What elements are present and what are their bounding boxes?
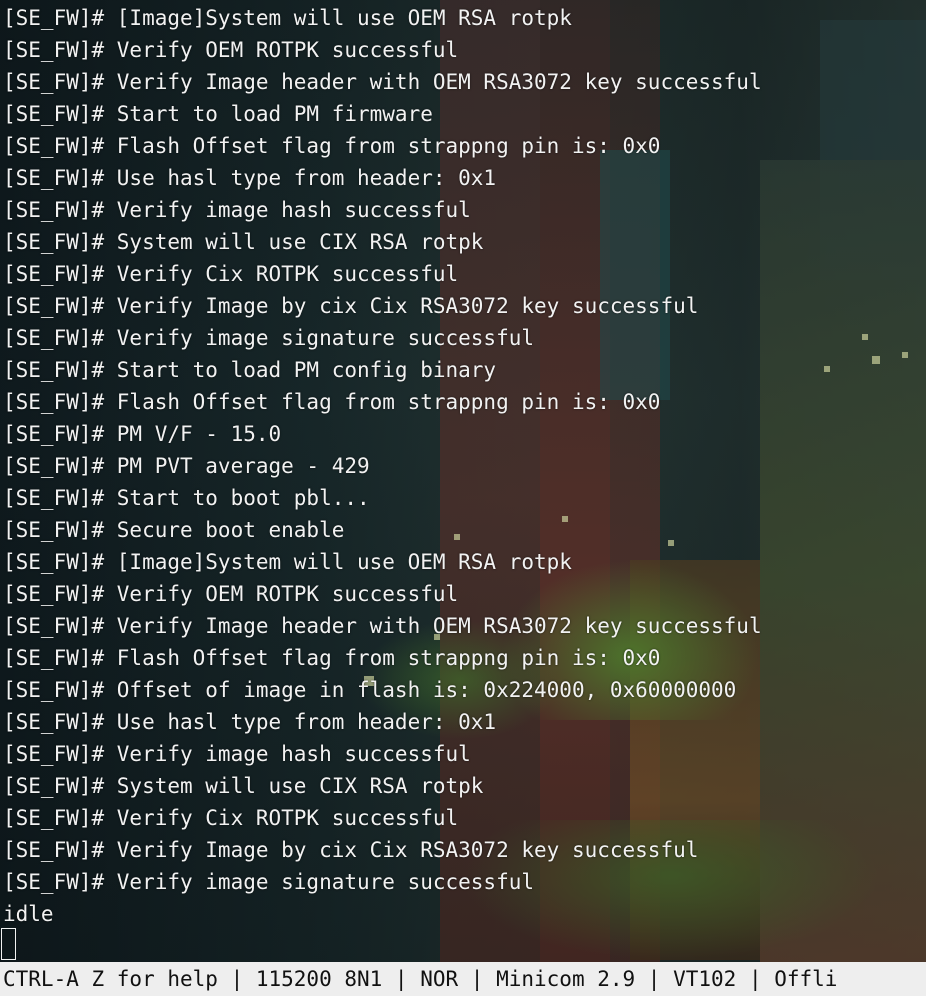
- terminal-line: [SE_FW]# Verify Cix ROTPK successful: [3, 806, 459, 830]
- terminal-line: [SE_FW]# Verify Image header with OEM RS…: [3, 70, 762, 94]
- terminal-line: [SE_FW]# Start to load PM firmware: [3, 102, 433, 126]
- terminal-line: [SE_FW]# [Image]System will use OEM RSA …: [3, 6, 572, 30]
- terminal-line: [SE_FW]# PM V/F - 15.0: [3, 422, 282, 446]
- minicom-status-bar: CTRL-A Z for help | 115200 8N1 | NOR | M…: [0, 962, 926, 996]
- terminal-line: [SE_FW]# Verify image hash successful: [3, 742, 471, 766]
- terminal-line: [SE_FW]# Verify OEM ROTPK successful: [3, 582, 459, 606]
- terminal-line: [SE_FW]# Flash Offset flag from strappng…: [3, 390, 661, 414]
- terminal-line: [SE_FW]# Secure boot enable: [3, 518, 345, 542]
- terminal-output[interactable]: [SE_FW]# [Image]System will use OEM RSA …: [0, 0, 926, 962]
- terminal-line: [SE_FW]# Offset of image in flash is: 0x…: [3, 678, 737, 702]
- terminal-cursor[interactable]: [1, 928, 16, 960]
- terminal-line: [SE_FW]# Verify Image header with OEM RS…: [3, 614, 762, 638]
- terminal-line: [SE_FW]# [Image]System will use OEM RSA …: [3, 550, 572, 574]
- terminal-line: [SE_FW]# Verify Image by cix Cix RSA3072…: [3, 294, 699, 318]
- terminal-line: [SE_FW]# Use hasl type from header: 0x1: [3, 710, 497, 734]
- terminal-line: [SE_FW]# System will use CIX RSA rotpk: [3, 774, 484, 798]
- terminal-line: [SE_FW]# Flash Offset flag from strappng…: [3, 646, 661, 670]
- terminal-line: [SE_FW]# Verify Cix ROTPK successful: [3, 262, 459, 286]
- terminal-line: [SE_FW]# Start to load PM config binary: [3, 358, 497, 382]
- terminal-line: [SE_FW]# Use hasl type from header: 0x1: [3, 166, 497, 190]
- terminal-line: [SE_FW]# Verify image signature successf…: [3, 326, 535, 350]
- terminal-line: [SE_FW]# System will use CIX RSA rotpk: [3, 230, 484, 254]
- terminal-line: [SE_FW]# Verify image signature successf…: [3, 870, 535, 894]
- terminal-line: [SE_FW]# Verify OEM ROTPK successful: [3, 38, 459, 62]
- terminal-line: [SE_FW]# Verify Image by cix Cix RSA3072…: [3, 838, 699, 862]
- terminal-line: [SE_FW]# PM PVT average - 429: [3, 454, 370, 478]
- terminal-line: idle: [3, 902, 54, 926]
- terminal-line: [SE_FW]# Flash Offset flag from strappng…: [3, 134, 661, 158]
- terminal-line: [SE_FW]# Verify image hash successful: [3, 198, 471, 222]
- terminal-line: [SE_FW]# Start to boot pbl...: [3, 486, 370, 510]
